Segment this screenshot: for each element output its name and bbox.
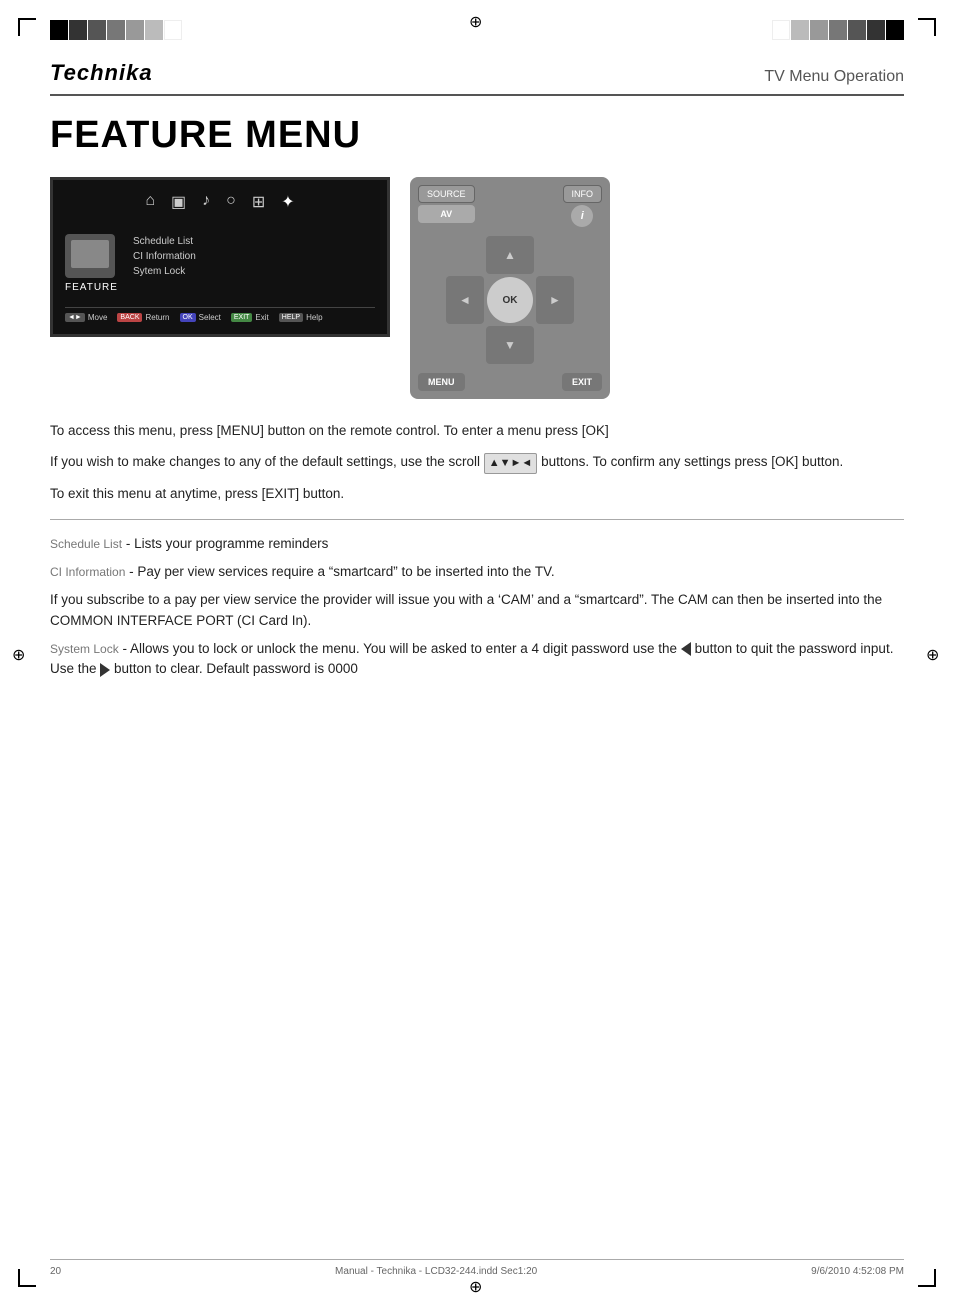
page-content: Technika TV Menu Operation FEATURE MENU … [50, 60, 904, 1245]
tv-btn-help-key: HELP [279, 313, 303, 322]
corner-mark-tl [18, 18, 36, 36]
paragraph-2: If you wish to make changes to any of th… [50, 452, 904, 474]
feature-item-cam: If you subscribe to a pay per view servi… [50, 590, 904, 631]
feature-title-ci: CI Information [50, 565, 125, 579]
dpad-down-button[interactable]: ▼ [486, 326, 534, 364]
tv-btn-exit-key: EXIT [231, 313, 253, 322]
feature-desc-syslock: Allows you to lock or unlock the menu. Y… [50, 641, 893, 676]
remote-top-row: SOURCE AV INFO i [418, 185, 602, 227]
reg-mark-right [926, 645, 942, 661]
remote-dpad: ▲ ◄ OK ► ▼ [445, 235, 575, 365]
tv-btn-return: BACK Return [117, 313, 169, 322]
page-header: Technika TV Menu Operation [50, 60, 904, 96]
page-footer: 20 Manual - Technika - LCD32-244.indd Se… [50, 1259, 904, 1277]
tv-btn-move-key: ◄► [65, 313, 85, 322]
tv-icon-music: ♪ [202, 192, 210, 212]
corner-mark-bl [18, 1269, 36, 1287]
dpad-empty-bl [445, 325, 485, 365]
remote-menu-button[interactable]: MENU [418, 373, 465, 391]
feature-desc-schedule: Lists your programme reminders [134, 536, 328, 551]
feature-item-schedule: Schedule List - Lists your programme rem… [50, 534, 904, 554]
dpad-right-button[interactable]: ► [536, 276, 574, 324]
scroll-arrows-indicator: ▲▼►◄ [484, 453, 538, 474]
tv-icon-home: ⌂ [145, 192, 155, 212]
dpad-empty-br [535, 325, 575, 365]
remote-source-area: SOURCE AV [418, 185, 475, 227]
para3-text: To exit this menu at anytime, press [EXI… [50, 486, 344, 501]
paragraph-1: To access this menu, press [MENU] button… [50, 421, 904, 442]
reg-mark-top [469, 12, 485, 28]
tv-feature-image [65, 234, 115, 278]
tv-btn-return-label: Return [145, 313, 169, 322]
tv-feature-label: FEATURE [65, 282, 117, 293]
dpad-empty-tr [535, 235, 575, 275]
page-section-title: TV Menu Operation [764, 68, 904, 86]
arrow-left-icon [681, 642, 691, 656]
tv-icon-display: ▣ [171, 192, 186, 212]
reg-mark-bottom [469, 1277, 485, 1293]
tv-btn-move: ◄► Move [65, 313, 107, 322]
section-divider [50, 519, 904, 520]
remote-av-button[interactable]: AV [418, 205, 475, 223]
remote-info-button[interactable]: i [571, 205, 593, 227]
tv-btn-exit-label: Exit [255, 313, 268, 322]
feature-desc-cam: If you subscribe to a pay per view servi… [50, 592, 882, 627]
corner-mark-tr [918, 18, 936, 36]
tv-icon-clock: ○ [226, 192, 236, 212]
para2-suffix-text: buttons. To confirm any settings press [… [541, 454, 843, 469]
dpad-left-button[interactable]: ◄ [446, 276, 484, 324]
calib-bars-top-left [50, 20, 182, 40]
tv-icon-grid: ⊞ [252, 192, 265, 212]
feature-item-syslock: System Lock - Allows you to lock or unlo… [50, 639, 904, 680]
tv-menu-icons: ⌂ ▣ ♪ ○ ⊞ ✦ [65, 192, 375, 220]
calib-bars-top-right [772, 20, 904, 40]
tv-btn-select-key: OK [180, 313, 196, 322]
tv-menu-item-2: Sytem Lock [133, 264, 375, 279]
tv-content-area: FEATURE Schedule List CI Information Syt… [65, 234, 375, 293]
footer-right-text: 9/6/2010 4:52:08 PM [811, 1266, 904, 1277]
footer-left-text: Manual - Technika - LCD32-244.indd Sec1:… [335, 1266, 537, 1277]
page-number: 20 [50, 1266, 61, 1277]
dpad-up-button[interactable]: ▲ [486, 236, 534, 274]
remote-info-label: INFO [563, 185, 603, 203]
tv-btn-move-label: Move [88, 313, 108, 322]
corner-mark-br [918, 1269, 936, 1287]
tv-btn-return-key: BACK [117, 313, 142, 322]
tv-menu-items-list: Schedule List CI Information Sytem Lock [133, 234, 375, 279]
para1-text: To access this menu, press [MENU] button… [50, 423, 609, 438]
page-title: FEATURE MENU [50, 114, 904, 157]
tv-btn-select: OK Select [180, 313, 221, 322]
arrow-right-icon [100, 663, 110, 677]
tv-btn-exit: EXIT Exit [231, 313, 269, 322]
tv-feature-icon-block: FEATURE [65, 234, 117, 293]
feature-title-syslock: System Lock [50, 642, 119, 656]
reg-mark-left [12, 645, 28, 661]
feature-title-schedule: Schedule List [50, 537, 122, 551]
remote-control-mockup: SOURCE AV INFO i ▲ ◄ OK ► [410, 177, 610, 399]
brand-logo: Technika [50, 60, 153, 86]
feature-sep-schedule: - [126, 536, 134, 551]
tv-menu-item-0: Schedule List [133, 234, 375, 249]
tv-bottom-bar: ◄► Move BACK Return OK Select EXIT Exit … [65, 307, 375, 322]
tv-menu-item-1: CI Information [133, 249, 375, 264]
feature-item-ci: CI Information - Pay per view services r… [50, 562, 904, 582]
tv-icon-settings: ✦ [281, 192, 294, 212]
dpad-ok-button[interactable]: OK [487, 277, 533, 323]
tv-btn-help: HELP Help [279, 313, 323, 322]
feature-sep-syslock: - [122, 641, 130, 656]
dpad-empty-tl [445, 235, 485, 275]
remote-info-area: INFO i [563, 185, 603, 227]
tv-btn-select-label: Select [199, 313, 221, 322]
remote-exit-button[interactable]: EXIT [562, 373, 602, 391]
feature-desc-ci: Pay per view services require a “smartca… [137, 564, 554, 579]
screenshots-row: ⌂ ▣ ♪ ○ ⊞ ✦ FEATURE Schedule List CI Inf… [50, 177, 904, 399]
tv-screen-mockup: ⌂ ▣ ♪ ○ ⊞ ✦ FEATURE Schedule List CI Inf… [50, 177, 390, 337]
remote-source-label: SOURCE [418, 185, 475, 203]
remote-bottom-row: MENU EXIT [418, 373, 602, 391]
tv-btn-help-label: Help [306, 313, 322, 322]
para2-text: If you wish to make changes to any of th… [50, 454, 480, 469]
paragraph-3: To exit this menu at anytime, press [EXI… [50, 484, 904, 505]
content-section: To access this menu, press [MENU] button… [50, 421, 904, 505]
